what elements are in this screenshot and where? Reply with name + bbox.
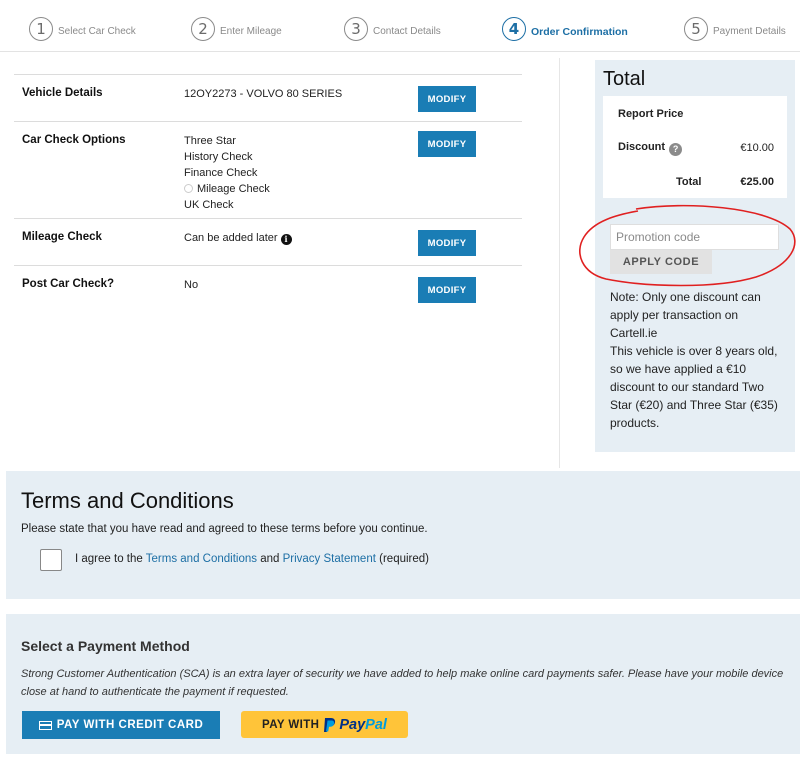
step-enter-mileage[interactable]: 2 Enter Mileage <box>191 17 282 41</box>
modify-mileage-button[interactable]: MODIFY <box>418 230 476 256</box>
checkout-stepper: 1 Select Car Check 2 Enter Mileage 3 Con… <box>0 0 800 52</box>
step-order-confirmation[interactable]: 4 Order Confirmation <box>502 17 628 41</box>
payment-section: Select a Payment Method Strong Customer … <box>6 614 800 754</box>
step-label: Select Car Check <box>58 26 136 37</box>
privacy-link[interactable]: Privacy Statement <box>283 553 376 565</box>
radio-icon <box>184 184 193 193</box>
row-label: Mileage Check <box>22 231 102 243</box>
row-label: Car Check Options <box>22 134 126 146</box>
terms-section: Terms and Conditions Please state that y… <box>6 471 800 599</box>
vehicle-details-row: Vehicle Details 12OY2273 - VOLVO 80 SERI… <box>14 74 522 121</box>
paypal-pal-text: Pal <box>365 716 387 733</box>
price-summary: Report Price Discount? €10.00 Total €25.… <box>603 96 787 198</box>
step-label: Payment Details <box>713 26 786 37</box>
option-item: UK Check <box>184 199 234 211</box>
credit-card-icon <box>38 720 52 730</box>
payment-heading: Select a Payment Method <box>21 638 190 654</box>
terms-subtitle: Please state that you have read and agre… <box>21 523 428 535</box>
car-check-options-row: Car Check Options Three Star History Che… <box>14 121 522 218</box>
agree-prefix: I agree to the <box>75 553 143 565</box>
total-value: €25.00 <box>740 176 774 188</box>
options-list: Three Star History Check Finance Check M… <box>184 133 270 213</box>
agree-checkbox[interactable] <box>40 549 62 571</box>
pay-credit-card-button[interactable]: PAY WITH CREDIT CARD <box>22 711 220 739</box>
discount-label-wrap: Discount? <box>618 141 683 156</box>
column-divider <box>559 58 560 468</box>
order-details-table: Vehicle Details 12OY2273 - VOLVO 80 SERI… <box>14 74 522 312</box>
discount-value: €10.00 <box>740 142 774 154</box>
step-number: 4 <box>502 17 526 41</box>
step-label: Enter Mileage <box>220 26 282 37</box>
step-payment-details[interactable]: 5 Payment Details <box>684 17 786 41</box>
sca-notice: Strong Customer Authentication (SCA) is … <box>21 668 784 698</box>
help-icon[interactable]: ? <box>669 143 683 156</box>
report-price-label: Report Price <box>618 108 684 120</box>
vehicle-value: 12OY2273 - VOLVO 80 SERIES <box>184 88 343 100</box>
terms-link[interactable]: Terms and Conditions <box>146 553 257 565</box>
red-annotation-circle <box>579 204 796 287</box>
step-number: 3 <box>344 17 368 41</box>
agree-label: I agree to the Terms and Conditions and … <box>75 553 429 565</box>
credit-card-label: PAY WITH CREDIT CARD <box>56 719 204 731</box>
step-label: Contact Details <box>373 26 441 37</box>
total-heading: Total <box>603 68 646 90</box>
option-item: Finance Check <box>184 167 258 179</box>
step-label: Order Confirmation <box>531 25 628 38</box>
step-select-car-check[interactable]: 1 Select Car Check <box>29 17 136 41</box>
step-number: 1 <box>29 17 53 41</box>
option-item: Three Star <box>184 135 236 147</box>
option-item: History Check <box>184 151 253 163</box>
mileage-value: Can be added later i <box>184 230 292 246</box>
option-label: Mileage Check <box>197 183 270 195</box>
paypal-pay-text: Pay <box>339 716 366 733</box>
mileage-check-row: Mileage Check Can be added later i MODIFY <box>14 218 522 265</box>
info-icon[interactable]: i <box>280 234 292 245</box>
paypal-prefix: PAY WITH <box>262 718 320 731</box>
post-car-check-row: Post Car Check? No MODIFY <box>14 265 522 312</box>
agree-and: and <box>260 553 280 565</box>
modify-options-button[interactable]: MODIFY <box>418 131 476 157</box>
modify-vehicle-button[interactable]: MODIFY <box>418 86 476 112</box>
discount-label: Discount <box>618 141 666 153</box>
required-text: (required) <box>379 553 429 565</box>
pay-paypal-button[interactable]: PAY WITH PayPal <box>241 711 408 738</box>
paypal-wordmark: PayPal <box>339 717 387 733</box>
modify-post-button[interactable]: MODIFY <box>418 277 476 303</box>
post-value: No <box>184 279 199 291</box>
mileage-text: Can be added later <box>184 232 278 244</box>
terms-heading: Terms and Conditions <box>21 488 234 513</box>
paypal-logo-icon <box>324 717 336 732</box>
step-contact-details[interactable]: 3 Contact Details <box>344 17 441 41</box>
row-label: Post Car Check? <box>22 278 115 290</box>
step-number: 5 <box>684 17 708 41</box>
row-label: Vehicle Details <box>22 87 103 99</box>
total-label: Total <box>676 176 702 188</box>
option-item-mileage: Mileage Check <box>184 181 270 197</box>
discount-note: Note: Only one discount can apply per tr… <box>610 290 778 430</box>
step-number: 2 <box>191 17 215 41</box>
